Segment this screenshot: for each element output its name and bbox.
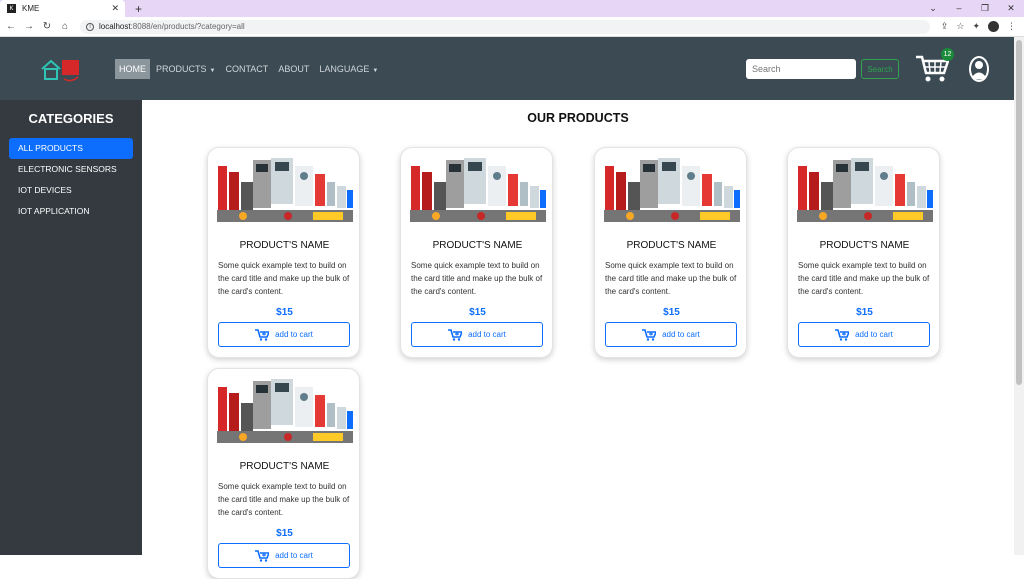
tab-title: KME <box>22 4 40 13</box>
url-host: localhost <box>99 22 131 31</box>
restore-icon[interactable]: ❐ <box>972 0 998 17</box>
home-icon[interactable]: ⌂ <box>58 21 72 32</box>
add-to-cart-button[interactable]: add to cart <box>798 322 930 347</box>
browser-profile-icon[interactable] <box>988 21 999 32</box>
nav-contact[interactable]: CONTACT <box>221 59 272 79</box>
more-icon[interactable]: ⋮ <box>1007 21 1016 32</box>
add-to-cart-button[interactable]: add to cart <box>218 322 350 347</box>
add-to-cart-button[interactable]: add to cart <box>218 543 350 568</box>
product-price: $15 <box>469 307 486 318</box>
product-description: Some quick example text to build on the … <box>411 261 543 296</box>
forward-icon[interactable]: → <box>22 21 36 32</box>
product-price: $15 <box>663 307 680 318</box>
search-button[interactable]: Search <box>861 59 899 79</box>
add-to-cart-icon <box>642 328 657 341</box>
main-menu: HOME PRODUCTS ▼ CONTACT ABOUT LANGUAGE ▼ <box>115 59 384 79</box>
scrollbar[interactable] <box>1014 37 1024 555</box>
share-icon[interactable]: ⇪ <box>941 21 949 32</box>
product-image[interactable] <box>793 152 936 226</box>
cart-count-badge: 12 <box>941 48 954 61</box>
category-all-products[interactable]: ALL PRODUCTS <box>9 138 133 159</box>
nav-products[interactable]: PRODUCTS ▼ <box>152 59 219 79</box>
nav-about[interactable]: ABOUT <box>274 59 313 79</box>
product-image[interactable] <box>600 152 743 226</box>
product-image[interactable] <box>213 152 356 226</box>
product-price: $15 <box>276 528 293 539</box>
new-tab-icon[interactable]: + <box>135 2 142 16</box>
caret-down-icon: ▼ <box>372 68 379 74</box>
info-icon[interactable]: i <box>86 22 94 31</box>
add-to-cart-icon <box>448 328 463 341</box>
product-description: Some quick example text to build on the … <box>218 482 350 517</box>
window-controls: ⌄ – ❐ ✕ <box>920 0 1024 17</box>
reload-icon[interactable]: ↻ <box>40 21 54 32</box>
address-bar-row: ← → ↻ ⌂ i localhost:8088/en/products/?ca… <box>0 17 1024 37</box>
add-to-cart-icon <box>835 328 850 341</box>
product-name: PRODUCT'S NAME <box>626 240 717 251</box>
product-description: Some quick example text to build on the … <box>605 261 737 296</box>
close-tab-icon[interactable]: ✕ <box>111 3 119 14</box>
product-description: Some quick example text to build on the … <box>798 261 930 296</box>
close-window-icon[interactable]: ✕ <box>998 0 1024 17</box>
product-price: $15 <box>276 307 293 318</box>
nav-home[interactable]: HOME <box>115 59 150 79</box>
product-image[interactable] <box>213 373 356 447</box>
page-title: OUR PRODUCTS <box>527 111 629 125</box>
product-name: PRODUCT'S NAME <box>239 240 330 251</box>
star-icon[interactable]: ☆ <box>956 21 964 32</box>
product-card: PRODUCT'S NAME Some quick example text t… <box>400 147 553 358</box>
caret-down-icon: ▼ <box>209 68 216 74</box>
add-to-cart-button[interactable]: add to cart <box>605 322 737 347</box>
address-bar-icons: ⇪ ☆ ✦ ⋮ <box>941 21 1016 32</box>
scrollbar-thumb[interactable] <box>1016 40 1022 385</box>
browser-tab[interactable]: K KME ✕ <box>0 0 125 17</box>
page: HOME PRODUCTS ▼ CONTACT ABOUT LANGUAGE ▼ S… <box>0 37 1014 579</box>
product-card: PRODUCT'S NAME Some quick example text t… <box>787 147 940 358</box>
user-profile-icon[interactable] <box>968 55 990 83</box>
product-card: PRODUCT'S NAME Some quick example text t… <box>207 147 360 358</box>
logo-icon[interactable] <box>40 57 82 83</box>
product-description: Some quick example text to build on the … <box>218 261 350 296</box>
back-icon[interactable]: ← <box>4 21 18 32</box>
navbar: HOME PRODUCTS ▼ CONTACT ABOUT LANGUAGE ▼ S… <box>0 37 1014 100</box>
add-to-cart-icon <box>255 549 270 562</box>
products-area: OUR PRODUCTS PRODUCT'S NAME Some quick e… <box>142 100 1014 579</box>
extension-icon[interactable]: ✦ <box>972 21 980 32</box>
url-path: :8088/en/products/?category=all <box>130 22 245 31</box>
product-name: PRODUCT'S NAME <box>819 240 910 251</box>
product-name: PRODUCT'S NAME <box>432 240 523 251</box>
category-electronic-sensors[interactable]: ELECTRONIC SENSORS <box>9 159 133 180</box>
category-iot-devices[interactable]: IOT DEVICES <box>9 180 133 201</box>
product-image[interactable] <box>406 152 549 226</box>
search-input[interactable] <box>746 59 856 79</box>
favicon-icon: K <box>7 4 16 13</box>
add-to-cart-button[interactable]: add to cart <box>411 322 543 347</box>
chevron-down-icon[interactable]: ⌄ <box>920 0 946 17</box>
nav-language[interactable]: LANGUAGE ▼ <box>315 59 382 79</box>
product-card: PRODUCT'S NAME Some quick example text t… <box>594 147 747 358</box>
product-price: $15 <box>856 307 873 318</box>
product-name: PRODUCT'S NAME <box>239 461 330 472</box>
categories-sidebar: CATEGORIES ALL PRODUCTS ELECTRONIC SENSO… <box>0 100 142 555</box>
url-field[interactable]: i localhost:8088/en/products/?category=a… <box>80 19 930 34</box>
add-to-cart-icon <box>255 328 270 341</box>
sidebar-title: CATEGORIES <box>28 111 114 126</box>
product-card: PRODUCT'S NAME Some quick example text t… <box>207 368 360 579</box>
browser-tab-bar: K KME ✕ + ⌄ – ❐ ✕ <box>0 0 1024 17</box>
minimize-icon[interactable]: – <box>946 0 972 17</box>
category-iot-application[interactable]: IOT APPLICATION <box>9 201 133 222</box>
